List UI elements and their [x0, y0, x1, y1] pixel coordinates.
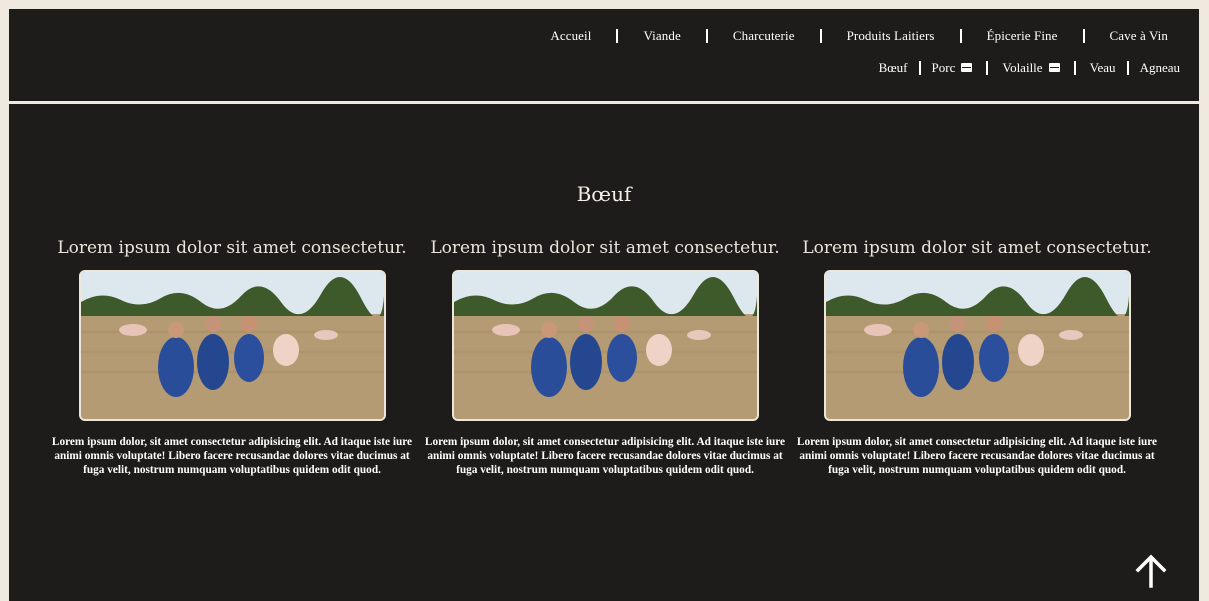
subnav-veau[interactable]: Veau	[1090, 60, 1116, 76]
nav-produits-laitiers[interactable]: Produits Laitiers	[847, 28, 935, 44]
main-nav: Accueil Viande Charcuterie Produits Lait…	[550, 28, 1168, 44]
nav-separator	[705, 29, 708, 43]
nav-charcuterie[interactable]: Charcuterie	[733, 28, 795, 44]
subnav-boeuf[interactable]: Bœuf	[879, 60, 908, 76]
subnav-porc-label: Porc	[931, 60, 956, 75]
section-title: Bœuf	[576, 182, 632, 207]
nav-cave-a-vin[interactable]: Cave à Vin	[1110, 28, 1168, 44]
product-card: Lorem ipsum dolor sit amet consectetur. …	[46, 234, 418, 488]
shop-icon	[961, 62, 973, 72]
nav-separator	[959, 29, 962, 43]
nav-viande[interactable]: Viande	[643, 28, 680, 44]
subnav-volaille-label: Volaille	[1002, 60, 1043, 75]
farmers-photo	[451, 270, 759, 421]
card-description: Lorem ipsum dolor, sit amet consectetur …	[424, 436, 786, 476]
farmers-photo	[823, 270, 1131, 421]
scroll-top-button[interactable]	[1133, 554, 1169, 588]
card-description: Lorem ipsum dolor, sit amet consectetur …	[51, 436, 413, 476]
page-frame: Accueil Viande Charcuterie Produits Lait…	[9, 9, 1199, 601]
subnav-porc[interactable]: Porc	[932, 60, 973, 76]
shop-icon	[1048, 62, 1060, 72]
product-card: Lorem ipsum dolor sit amet consectetur. …	[419, 234, 791, 488]
nav-separator	[1126, 61, 1129, 75]
nav-separator	[1082, 29, 1085, 43]
site-header: Accueil Viande Charcuterie Produits Lait…	[9, 9, 1199, 104]
product-card: Lorem ipsum dolor sit amet consectetur. …	[791, 234, 1163, 488]
card-description: Lorem ipsum dolor, sit amet consectetur …	[796, 436, 1158, 476]
subnav-volaille[interactable]: Volaille	[1002, 60, 1060, 76]
nav-separator	[819, 29, 822, 43]
nav-separator	[986, 61, 989, 75]
farmers-photo	[78, 270, 386, 421]
card-title: Lorem ipsum dolor sit amet consectetur.	[57, 238, 407, 258]
card-title: Lorem ipsum dolor sit amet consectetur.	[430, 238, 780, 258]
nav-accueil[interactable]: Accueil	[550, 28, 591, 44]
nav-separator	[616, 29, 619, 43]
sub-nav: Bœuf Porc Volaille Veau Agneau	[879, 60, 1180, 76]
nav-separator	[918, 61, 921, 75]
nav-epicerie-fine[interactable]: Épicerie Fine	[987, 28, 1058, 44]
card-title: Lorem ipsum dolor sit amet consectetur.	[802, 238, 1152, 258]
arrow-up-icon	[1135, 554, 1167, 588]
nav-separator	[1073, 61, 1076, 75]
subnav-agneau[interactable]: Agneau	[1140, 60, 1180, 76]
